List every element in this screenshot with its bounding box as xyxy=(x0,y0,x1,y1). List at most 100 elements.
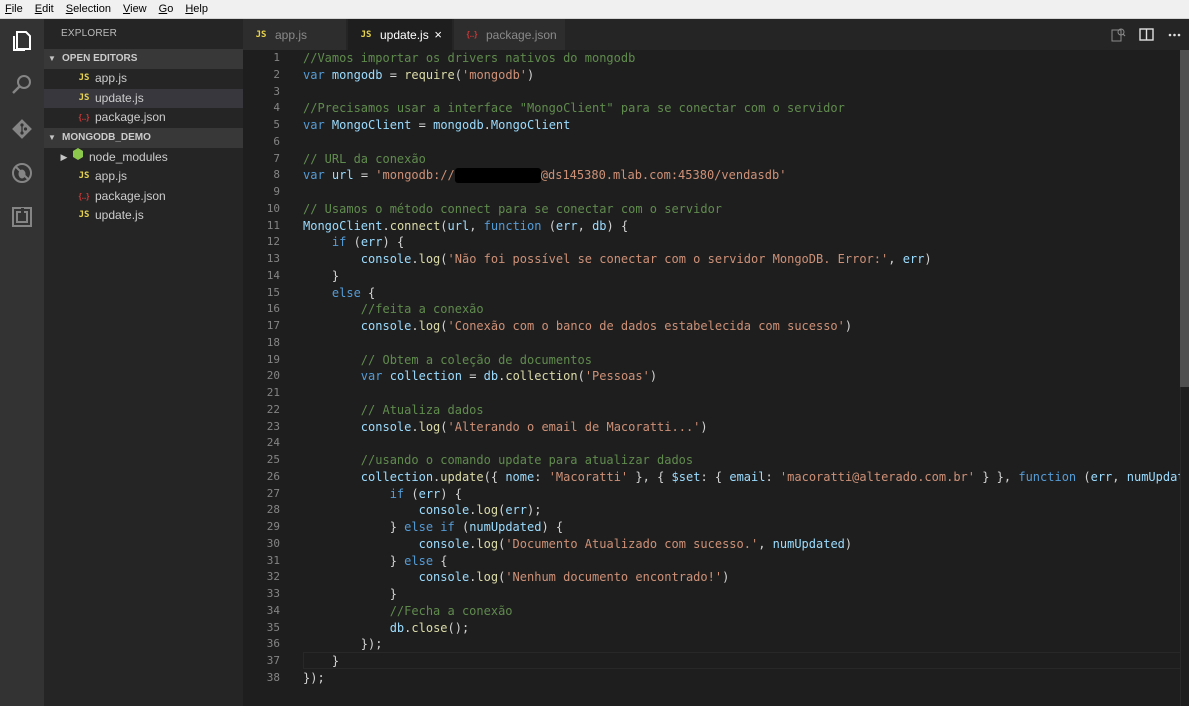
tree-item-package-json[interactable]: {..} package.json xyxy=(44,187,243,207)
code-line[interactable]: 32 console.log('Nenhum documento encontr… xyxy=(243,569,1183,586)
code-line[interactable]: 23 console.log('Alterando o email de Mac… xyxy=(243,419,1183,436)
line-number: 12 xyxy=(266,235,280,249)
file-label: update.js xyxy=(95,208,144,222)
code-line[interactable]: 35 db.close(); xyxy=(243,620,1183,637)
tab-app-js[interactable]: JS app.js xyxy=(243,19,347,50)
explorer-button[interactable] xyxy=(0,19,44,63)
code-line[interactable]: 28 console.log(err); xyxy=(243,502,1183,519)
code-text: if (err) { xyxy=(331,235,405,250)
menu-file[interactable]: File xyxy=(0,0,28,18)
code-line[interactable]: 37 } xyxy=(243,653,1183,670)
code-line[interactable]: 30 console.log('Documento Atualizado com… xyxy=(243,536,1183,553)
line-number: 2 xyxy=(273,67,280,81)
js-file-icon: JS xyxy=(78,171,90,181)
line-number: 38 xyxy=(266,670,280,684)
code-line[interactable]: 16 //feita a conexão xyxy=(243,301,1183,318)
tree-item-update-js[interactable]: JS update.js xyxy=(44,206,243,226)
code-line[interactable]: 20 var collection = db.collection('Pesso… xyxy=(243,368,1183,385)
code-text: collection.update({ nome: 'Macoratti' },… xyxy=(360,469,1189,484)
code-line[interactable]: 7 // URL da conexão xyxy=(243,151,1183,168)
line-number: 23 xyxy=(266,419,280,433)
code-text: } xyxy=(303,268,340,283)
line-number: 10 xyxy=(266,201,280,215)
menu-view[interactable]: View xyxy=(118,0,152,18)
code-line[interactable]: 38}); xyxy=(243,670,1183,687)
file-label: node_modules xyxy=(89,149,168,164)
code-text: var collection = db.collection('Pessoas'… xyxy=(360,369,658,384)
tab-package-json[interactable]: {..} package.json xyxy=(454,19,566,50)
line-number: 33 xyxy=(266,587,280,600)
code-line[interactable]: 17 console.log('Conexão com o banco de d… xyxy=(243,318,1183,335)
source-control-button[interactable] xyxy=(0,107,44,151)
code-editor[interactable]: 1 //Vamos importar os drivers nativos do … xyxy=(243,50,1189,706)
code-line[interactable]: 34 //Fecha a conexão xyxy=(243,603,1183,620)
tree-item-app-js[interactable]: JS app.js xyxy=(44,167,243,187)
code-line[interactable]: 26 collection.update({ nome: 'Macoratti'… xyxy=(243,469,1189,486)
code-line[interactable]: 8 var url = 'mongodb://@ds145380.mlab.com… xyxy=(243,167,1183,184)
tab-label: package.json xyxy=(486,27,557,42)
close-icon[interactable]: × xyxy=(434,27,442,42)
tree-item-node-modules[interactable]: ▶ node_modules xyxy=(44,147,243,168)
debug-button[interactable] xyxy=(0,151,44,195)
open-editor-update-js[interactable]: JS update.js xyxy=(44,88,243,108)
code-line[interactable]: 15 else { xyxy=(243,285,1183,302)
menu-selection[interactable]: Selection xyxy=(61,0,116,18)
menu-go[interactable]: Go xyxy=(154,0,179,18)
menu-edit[interactable]: Edit xyxy=(30,0,59,18)
scrollbar-thumb[interactable] xyxy=(1180,50,1189,387)
code-text: console.log('Conexão com o banco de dado… xyxy=(360,319,853,333)
extensions-button[interactable] xyxy=(0,195,44,239)
chevron-down-icon: ▼ xyxy=(48,132,56,142)
code-text: if (err) { xyxy=(389,486,462,501)
code-line[interactable]: 1 //Vamos importar os drivers nativos do … xyxy=(243,50,1183,67)
code-line[interactable]: 22 // Atualiza dados xyxy=(243,402,1183,419)
code-line[interactable]: 24 xyxy=(243,435,1183,452)
code-text: //Vamos importar os drivers nativos do m… xyxy=(303,51,636,65)
code-line[interactable]: 27 if (err) { xyxy=(243,486,1183,503)
tab-label: update.js xyxy=(380,27,429,42)
split-editor-button[interactable] xyxy=(1139,27,1154,47)
code-line[interactable]: 18 xyxy=(243,335,1183,352)
code-text: } xyxy=(303,654,340,668)
open-changes-button[interactable] xyxy=(1111,27,1126,47)
line-number: 37 xyxy=(266,654,280,667)
code-line[interactable]: 6 xyxy=(243,134,1183,151)
line-number: 15 xyxy=(266,285,280,299)
code-line[interactable]: 25 //usando o comando update para atuali… xyxy=(243,452,1183,469)
code-line[interactable]: 9 xyxy=(243,184,1183,201)
line-number: 24 xyxy=(266,436,280,450)
code-line[interactable]: 14 } xyxy=(243,268,1183,285)
code-line[interactable]: 19 // Obtem a coleção de documentos xyxy=(243,352,1183,369)
code-line[interactable]: 21 xyxy=(243,385,1183,402)
line-number: 32 xyxy=(266,570,280,584)
code-line[interactable]: 31 } else { xyxy=(243,553,1183,570)
node-folder-icon xyxy=(70,147,86,168)
code-line[interactable]: 29 } else if (numUpdated) { xyxy=(243,519,1183,536)
open-editor-package-json[interactable]: {..} package.json xyxy=(44,108,243,128)
line-number: 27 xyxy=(266,486,280,500)
code-line[interactable]: 12 if (err) { xyxy=(243,234,1183,251)
more-actions-button[interactable] xyxy=(1167,27,1182,47)
tab-label: app.js xyxy=(275,27,308,42)
js-file-icon: JS xyxy=(360,29,372,40)
code-line[interactable]: 3 xyxy=(243,84,1183,101)
code-text: // Usamos o método connect para se conec… xyxy=(303,201,723,216)
project-header[interactable]: ▼ MONGODB_DEMO xyxy=(44,127,243,148)
tab-update-js[interactable]: JS update.js × xyxy=(348,19,453,50)
code-text: console.log('Alterando o email de Macora… xyxy=(360,419,708,434)
code-line[interactable]: 36 }); xyxy=(243,636,1183,653)
code-line[interactable]: 11 MongoClient.connect(url, function (err… xyxy=(243,218,1183,235)
code-line[interactable]: 10 // Usamos o método connect para se con… xyxy=(243,201,1183,218)
code-line[interactable]: 13 console.log('Não foi possível se cone… xyxy=(243,251,1183,268)
code-text: var MongoClient = mongodb.MongoClient xyxy=(303,118,571,132)
open-editors-header[interactable]: ▼ OPEN EDITORS xyxy=(44,49,243,69)
menu-help[interactable]: Help xyxy=(180,0,213,18)
code-line[interactable]: 33 } xyxy=(243,586,1183,603)
js-file-icon: JS xyxy=(78,73,90,83)
code-line[interactable]: 5 var MongoClient = mongodb.MongoClient xyxy=(243,117,1183,134)
line-number: 36 xyxy=(266,637,280,651)
code-line[interactable]: 2 var mongodb = require('mongodb') xyxy=(243,67,1183,84)
code-line[interactable]: 4 //Precisamos usar a interface "MongoCli… xyxy=(243,100,1183,117)
open-editor-app-js[interactable]: JS app.js xyxy=(44,69,243,89)
search-button[interactable] xyxy=(0,63,44,107)
